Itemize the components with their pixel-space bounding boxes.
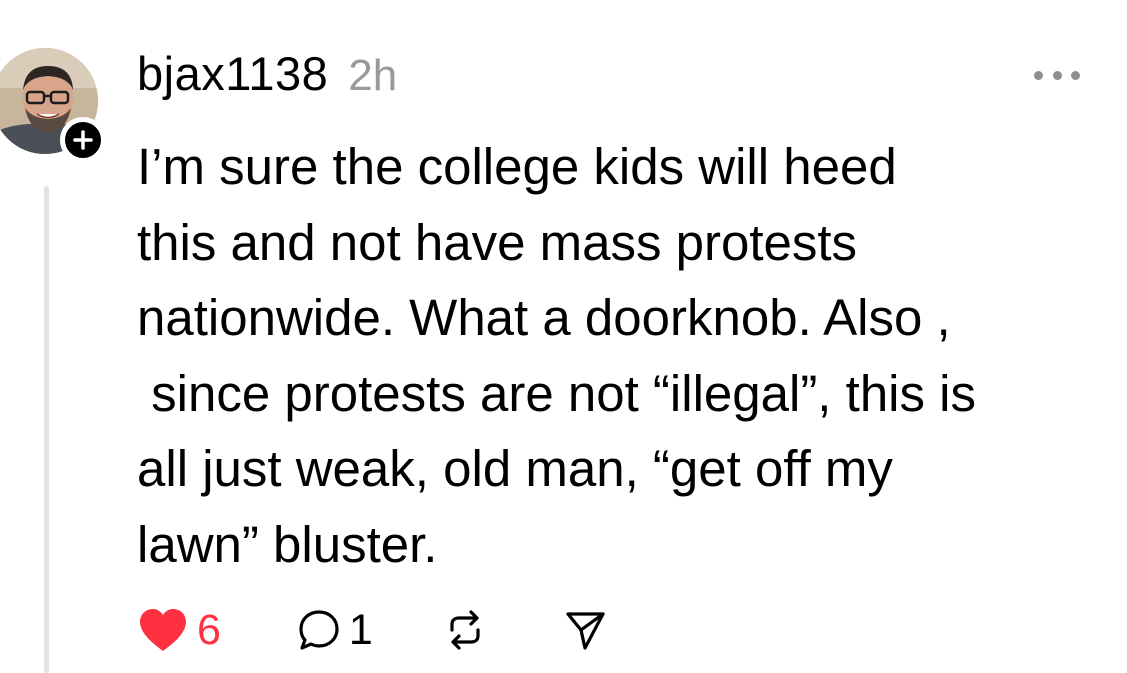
thread-line [44, 186, 49, 673]
timestamp: 2h [348, 51, 398, 100]
reply-button[interactable]: 1 [297, 606, 373, 655]
like-count: 6 [197, 605, 221, 654]
like-button[interactable]: 6 [137, 606, 221, 655]
post-header: bjax1138 2h [137, 46, 397, 110]
share-button[interactable] [563, 608, 607, 652]
thread-post: bjax1138 2h I’m sure the college kids wi… [0, 0, 1127, 673]
repost-icon [450, 610, 480, 650]
reply-count: 1 [348, 605, 373, 654]
repost-button[interactable] [443, 608, 487, 652]
follow-button[interactable] [60, 117, 106, 163]
heart-icon [140, 609, 186, 651]
username[interactable]: bjax1138 [137, 46, 328, 101]
ellipsis-icon[interactable] [1034, 68, 1080, 82]
plus-icon [73, 130, 93, 150]
send-icon [566, 612, 605, 650]
speech-bubble-icon [299, 610, 339, 650]
action-bar: 6 1 [137, 600, 607, 660]
post-text: I’m sure the college kids will heed this… [137, 138, 977, 573]
